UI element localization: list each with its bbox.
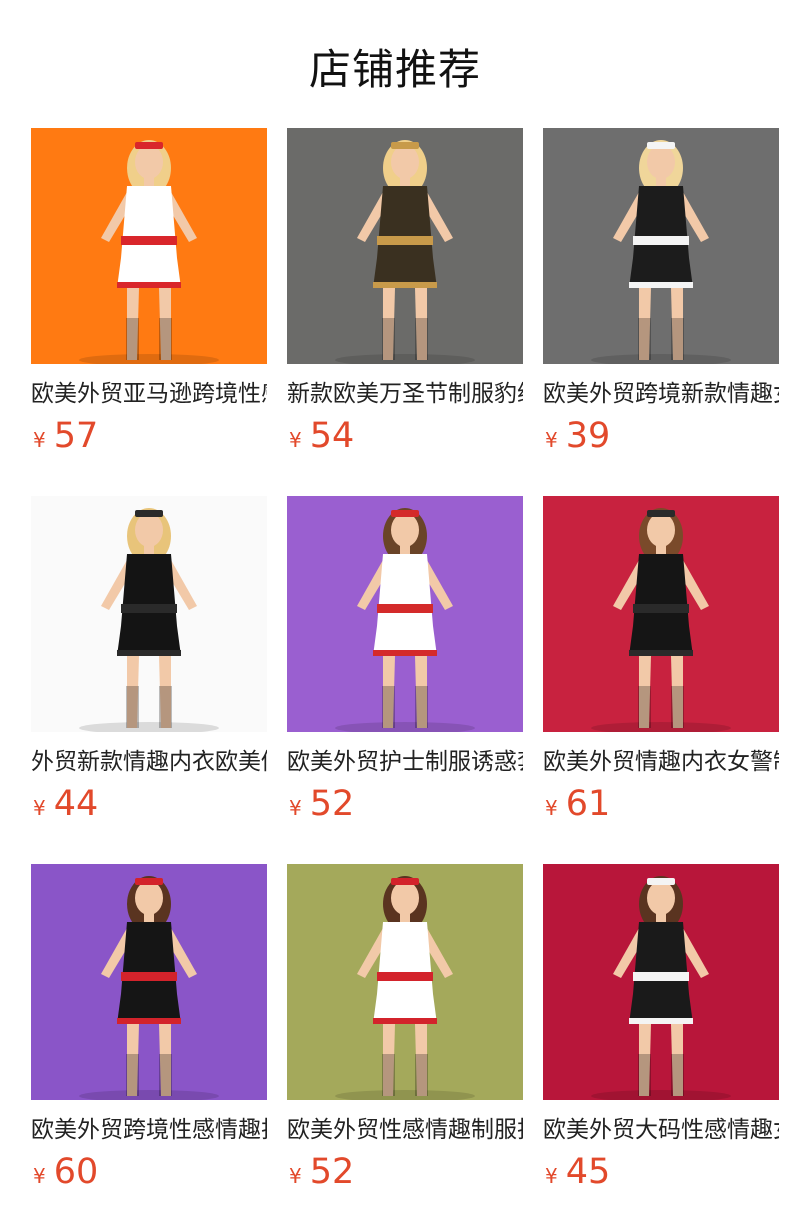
currency-symbol: ¥ [33, 1164, 46, 1188]
product-price: ¥52 [289, 1152, 354, 1192]
currency-symbol: ¥ [545, 796, 558, 820]
price-value: 52 [309, 1152, 355, 1192]
product-card[interactable]: 欧美外贸大码性感情趣女仆装 ¥45 [543, 864, 779, 1204]
product-name[interactable]: 欧美外贸跨境新款情趣女仆装 [543, 378, 779, 410]
product-price: ¥61 [545, 784, 610, 824]
product-image[interactable] [31, 128, 267, 364]
product-image[interactable] [543, 128, 779, 364]
product-image[interactable] [543, 864, 779, 1100]
product-card[interactable]: 欧美外贸情趣内衣女警制服 ¥61 [543, 496, 779, 836]
product-name[interactable]: 新款欧美万圣节制服豹纹连体衣 [287, 378, 523, 410]
product-name[interactable]: 欧美外贸情趣内衣女警制服 [543, 746, 779, 778]
product-name[interactable]: 欧美外贸性感情趣制服护士装 [287, 1114, 523, 1146]
product-name[interactable]: 欧美外贸亚马逊跨境性感护士制服 [31, 378, 267, 410]
price-value: 54 [309, 416, 355, 456]
product-name[interactable]: 欧美外贸跨境性感情趣护士装 [31, 1114, 267, 1146]
product-image[interactable] [287, 128, 523, 364]
price-value: 61 [565, 784, 611, 824]
product-card[interactable]: 欧美外贸跨境性感情趣护士装 ¥60 [31, 864, 267, 1204]
product-image[interactable] [543, 496, 779, 732]
product-name[interactable]: 外贸新款情趣内衣欧美修女服 [31, 746, 267, 778]
product-price: ¥39 [545, 416, 610, 456]
currency-symbol: ¥ [33, 796, 46, 820]
product-card[interactable]: 新款欧美万圣节制服豹纹连体衣 ¥54 [287, 128, 523, 468]
maid-costume-photo [543, 128, 779, 364]
product-card[interactable]: 欧美外贸性感情趣制服护士装 ¥52 [287, 864, 523, 1204]
nurse-crop-top-photo [287, 496, 523, 732]
product-price: ¥44 [33, 784, 98, 824]
product-card[interactable]: 欧美外贸护士制服诱惑套装 ¥52 [287, 496, 523, 836]
price-value: 60 [53, 1152, 99, 1192]
product-price: ¥52 [289, 784, 354, 824]
price-value: 39 [565, 416, 611, 456]
currency-symbol: ¥ [545, 1164, 558, 1188]
price-value: 45 [565, 1152, 611, 1192]
section-title: 店铺推荐 [308, 45, 481, 94]
price-value: 52 [309, 784, 355, 824]
product-image[interactable] [31, 496, 267, 732]
product-image[interactable] [287, 864, 523, 1100]
product-card[interactable]: 欧美外贸跨境新款情趣女仆装 ¥39 [543, 128, 779, 468]
currency-symbol: ¥ [33, 428, 46, 452]
price-value: 57 [53, 416, 99, 456]
product-price: ¥54 [289, 416, 354, 456]
product-price: ¥60 [33, 1152, 98, 1192]
nun-costume-photo [31, 496, 267, 732]
product-name[interactable]: 欧美外贸护士制服诱惑套装 [287, 746, 523, 778]
product-image[interactable] [31, 864, 267, 1100]
product-price: ¥57 [33, 416, 98, 456]
product-price: ¥45 [545, 1152, 610, 1192]
lace-maid-costume-photo [543, 864, 779, 1100]
product-card[interactable]: 欧美外贸亚马逊跨境性感护士制服 ¥57 [31, 128, 267, 468]
white-nurse-dress-photo [287, 864, 523, 1100]
police-costume-photo [543, 496, 779, 732]
currency-symbol: ¥ [289, 796, 302, 820]
product-name[interactable]: 欧美外贸大码性感情趣女仆装 [543, 1114, 779, 1146]
currency-symbol: ¥ [289, 1164, 302, 1188]
black-nurse-costume-photo [31, 864, 267, 1100]
product-image[interactable] [287, 496, 523, 732]
product-card[interactable]: 外贸新款情趣内衣欧美修女服 ¥44 [31, 496, 267, 836]
currency-symbol: ¥ [545, 428, 558, 452]
price-value: 44 [53, 784, 99, 824]
currency-symbol: ¥ [289, 428, 302, 452]
nurse-costume-photo [31, 128, 267, 364]
leopard-bodysuit-photo [287, 128, 523, 364]
